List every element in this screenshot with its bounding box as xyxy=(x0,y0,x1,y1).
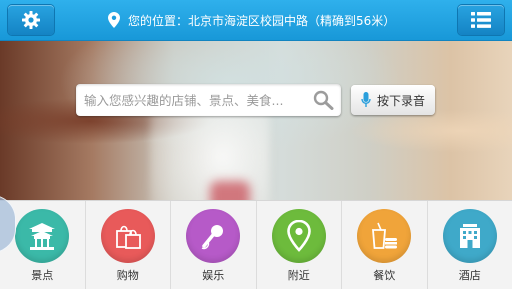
category-label: 酒店 xyxy=(459,267,481,283)
category-hotel[interactable]: 酒店 xyxy=(428,201,512,289)
voice-record-label: 按下录音 xyxy=(377,92,425,109)
shopping-bag-icon xyxy=(101,209,155,263)
category-label: 附近 xyxy=(288,267,310,283)
category-nearby[interactable]: 附近 xyxy=(257,201,343,289)
temple-icon xyxy=(15,209,69,263)
current-location: 您的位置： 北京市海淀区校园中路 （精确到56米） xyxy=(108,10,395,30)
top-bar: 您的位置： 北京市海淀区校园中路 （精确到56米） xyxy=(0,0,512,41)
category-shopping[interactable]: 购物 xyxy=(86,201,172,289)
location-accuracy: （精确到56米） xyxy=(308,12,395,29)
location-pin-icon xyxy=(272,209,326,263)
settings-button[interactable] xyxy=(8,5,54,35)
list-menu-button[interactable] xyxy=(458,5,504,35)
voice-record-button[interactable]: 按下录音 xyxy=(351,85,435,115)
category-label: 购物 xyxy=(117,267,139,283)
food-drink-icon xyxy=(357,209,411,263)
category-panel: 景点 购物 娱乐 附近 xyxy=(0,200,512,289)
location-value: 北京市海淀区校园中路 xyxy=(188,12,308,29)
category-dining[interactable]: 餐饮 xyxy=(342,201,428,289)
microphone-icon xyxy=(361,92,371,108)
category-entertainment[interactable]: 娱乐 xyxy=(171,201,257,289)
search-input[interactable] xyxy=(84,84,308,116)
hotel-building-icon xyxy=(443,209,497,263)
microphone-icon xyxy=(186,209,240,263)
location-label: 您的位置： xyxy=(128,12,188,29)
category-label: 餐饮 xyxy=(373,267,395,283)
hero-banner: 按下录音 xyxy=(0,41,512,200)
list-icon xyxy=(471,11,491,29)
search-box[interactable] xyxy=(76,84,341,116)
location-pin-icon xyxy=(108,12,120,28)
category-label: 娱乐 xyxy=(202,267,224,283)
gear-icon xyxy=(21,10,41,30)
cup-decoration xyxy=(210,181,250,200)
category-label: 景点 xyxy=(31,267,53,283)
search-icon[interactable] xyxy=(313,90,335,114)
